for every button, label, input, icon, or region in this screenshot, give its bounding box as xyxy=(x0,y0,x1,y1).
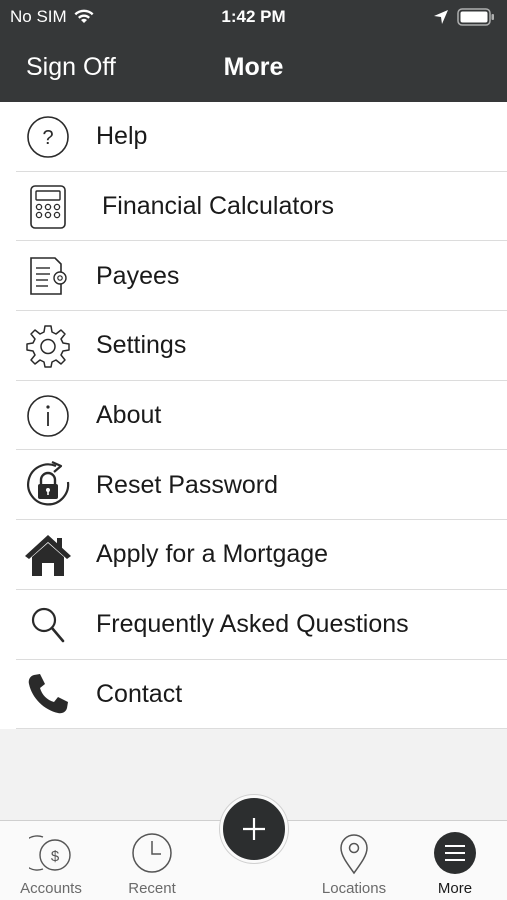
menu-item-label: Financial Calculators xyxy=(102,192,335,221)
menu-item-payees[interactable]: Payees xyxy=(0,241,507,311)
payees-icon xyxy=(22,250,74,302)
nav-bar: Sign Off More xyxy=(0,34,507,102)
location-arrow-icon xyxy=(434,10,448,24)
more-menu-list: ? Help Financial Calculators Payees Sett… xyxy=(0,102,507,730)
plus-icon xyxy=(243,818,265,840)
menu-item-label: Settings xyxy=(96,331,187,360)
menu-item-label: Reset Password xyxy=(96,470,279,499)
menu-item-label: Contact xyxy=(96,679,183,708)
reset-lock-icon xyxy=(22,459,74,511)
location-pin-icon xyxy=(332,831,376,875)
gear-icon xyxy=(22,320,74,372)
tab-label: Recent xyxy=(128,880,176,897)
svg-text:$: $ xyxy=(51,848,60,865)
status-bar: No SIM 1:42 PM xyxy=(0,0,507,34)
menu-item-help[interactable]: ? Help xyxy=(0,102,507,172)
tab-label: More xyxy=(437,880,473,897)
clock-icon xyxy=(130,831,174,875)
menu-item-label: Apply for a Mortgage xyxy=(96,540,329,569)
tab-locations[interactable]: Locations xyxy=(304,821,404,900)
tab-recent[interactable]: Recent xyxy=(102,821,202,900)
menu-item-apply-mortgage[interactable]: Apply for a Mortgage xyxy=(0,520,507,590)
tab-accounts[interactable]: $ Accounts xyxy=(1,821,101,900)
search-icon xyxy=(22,599,74,651)
phone-icon xyxy=(22,668,74,720)
add-button[interactable] xyxy=(220,795,288,863)
page-title: More xyxy=(223,53,284,81)
house-icon xyxy=(22,529,74,581)
menu-item-about[interactable]: About xyxy=(0,381,507,451)
menu-item-label: Frequently Asked Questions xyxy=(96,610,409,639)
calculator-icon xyxy=(22,181,74,233)
tab-label: Accounts xyxy=(20,880,82,897)
status-right xyxy=(425,8,495,26)
menu-item-label: Payees xyxy=(96,261,180,290)
tab-label: Locations xyxy=(321,880,387,897)
help-icon: ? xyxy=(22,111,74,163)
menu-item-contact[interactable]: Contact xyxy=(0,660,507,730)
accounts-icon: $ xyxy=(19,831,73,875)
menu-icon xyxy=(433,831,477,875)
tab-more[interactable]: More xyxy=(405,821,505,900)
battery-icon xyxy=(457,8,494,26)
menu-item-financial-calculators[interactable]: Financial Calculators xyxy=(0,172,507,242)
menu-item-label: About xyxy=(96,401,162,430)
svg-text:?: ? xyxy=(42,127,53,149)
info-icon xyxy=(22,390,74,442)
menu-item-reset-password[interactable]: Reset Password xyxy=(0,450,507,520)
menu-item-settings[interactable]: Settings xyxy=(0,311,507,381)
menu-item-label: Help xyxy=(96,122,148,151)
menu-item-faq[interactable]: Frequently Asked Questions xyxy=(0,590,507,660)
